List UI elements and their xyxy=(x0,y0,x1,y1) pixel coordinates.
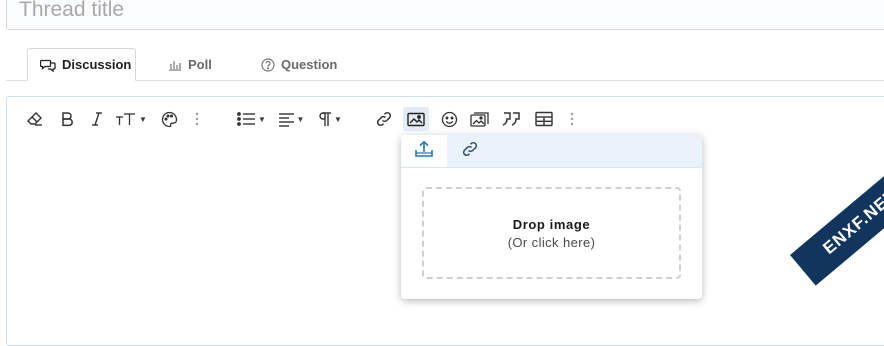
popup-tab-upload[interactable] xyxy=(401,135,447,167)
list-icon xyxy=(236,111,256,127)
tab-discussion-label: Discussion xyxy=(62,57,132,72)
insert-smiley-button[interactable] xyxy=(438,107,460,131)
tab-discussion[interactable]: Discussion xyxy=(27,48,136,81)
align-icon xyxy=(278,112,295,127)
insert-table-button[interactable] xyxy=(533,107,555,131)
insert-media-button[interactable] xyxy=(468,107,492,131)
tab-poll[interactable]: Poll xyxy=(156,48,224,81)
align-button[interactable]: ▼ xyxy=(275,107,307,131)
insert-quote-button[interactable] xyxy=(500,107,524,131)
thread-title-input[interactable]: Thread title xyxy=(6,0,884,30)
bold-button[interactable] xyxy=(56,107,78,131)
more-options-button[interactable] xyxy=(565,107,579,131)
drop-zone-subtitle: (Or click here) xyxy=(507,234,596,250)
question-circle-icon xyxy=(261,57,275,72)
eraser-icon xyxy=(26,111,44,127)
list-button[interactable]: ▼ xyxy=(234,107,268,131)
smiley-icon xyxy=(441,111,458,128)
text-size-button[interactable]: ▼ xyxy=(114,107,148,131)
popup-tab-strip xyxy=(401,135,702,168)
quote-icon xyxy=(502,111,522,127)
link-icon xyxy=(375,110,393,128)
thread-title-placeholder: Thread title xyxy=(19,0,125,21)
popup-tab-url[interactable] xyxy=(447,135,493,167)
tabs-divider xyxy=(6,80,884,81)
media-icon xyxy=(470,111,490,128)
link-icon xyxy=(461,140,479,163)
bold-icon xyxy=(60,111,74,127)
upload-icon xyxy=(414,140,434,163)
paragraph-button[interactable]: ▼ xyxy=(314,107,346,131)
tab-poll-label: Poll xyxy=(188,57,212,72)
italic-button[interactable] xyxy=(86,107,108,131)
image-drop-zone[interactable]: Drop image (Or click here) xyxy=(422,187,681,279)
more-options-button[interactable] xyxy=(190,107,204,131)
table-icon xyxy=(535,111,553,127)
more-vertical-icon xyxy=(195,112,199,126)
tab-question-label: Question xyxy=(281,57,338,72)
text-color-button[interactable] xyxy=(158,107,180,131)
insert-image-popup: Drop image (Or click here) xyxy=(401,135,702,299)
italic-icon xyxy=(91,111,103,127)
drop-zone-title: Drop image xyxy=(512,216,591,232)
palette-icon xyxy=(161,111,178,128)
text-size-icon xyxy=(115,111,137,127)
chat-bubbles-icon xyxy=(40,58,56,72)
tab-question[interactable]: Question xyxy=(249,48,349,81)
insert-image-button[interactable] xyxy=(403,107,429,131)
clear-formatting-button[interactable] xyxy=(24,107,46,131)
paragraph-icon xyxy=(318,111,332,127)
bar-chart-icon xyxy=(168,59,182,71)
insert-link-button[interactable] xyxy=(373,107,395,131)
more-vertical-icon xyxy=(570,112,574,126)
image-icon xyxy=(407,112,425,127)
